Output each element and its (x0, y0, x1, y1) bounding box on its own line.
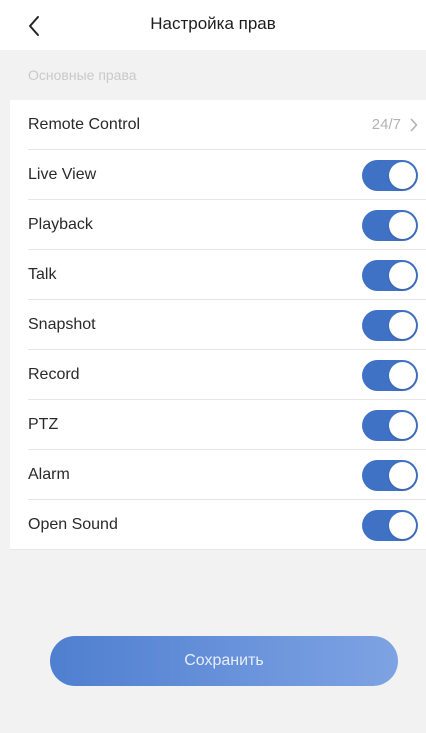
permission-label: Open Sound (28, 516, 118, 533)
ptz-toggle[interactable] (362, 410, 418, 441)
toggle-knob (389, 162, 416, 189)
remote-control-row[interactable]: Remote Control 24/7 (10, 100, 426, 150)
toggle-knob (389, 362, 416, 389)
toggle-knob (389, 312, 416, 339)
permission-row-record: Record (10, 350, 426, 400)
save-button[interactable]: Сохранить (50, 636, 398, 686)
permission-row-talk: Talk (10, 250, 426, 300)
permission-row-ptz: PTZ (10, 400, 426, 450)
permission-label: Talk (28, 266, 57, 283)
open-sound-toggle[interactable] (362, 510, 418, 541)
snapshot-toggle[interactable] (362, 310, 418, 341)
permission-label: Playback (28, 216, 93, 233)
permission-row-alarm: Alarm (10, 450, 426, 500)
permission-settings-screen: Настройка прав Основные права Remote Con… (0, 0, 426, 733)
toggle-knob (389, 262, 416, 289)
section-header: Основные права (10, 50, 426, 100)
live-view-toggle[interactable] (362, 160, 418, 191)
header: Настройка прав (0, 0, 426, 50)
remote-control-label: Remote Control (28, 116, 141, 133)
remote-control-value: 24/7 (372, 116, 418, 133)
toggle-knob (389, 412, 416, 439)
playback-toggle[interactable] (362, 210, 418, 241)
page-title: Настройка прав (150, 14, 276, 33)
section-label: Основные права (28, 67, 137, 83)
toggle-knob (389, 212, 416, 239)
talk-toggle[interactable] (362, 260, 418, 291)
permission-label: Alarm (28, 466, 70, 483)
toggle-knob (389, 462, 416, 489)
record-toggle[interactable] (362, 360, 418, 391)
permission-row-snapshot: Snapshot (10, 300, 426, 350)
permission-row-playback: Playback (10, 200, 426, 250)
chevron-right-icon (410, 118, 418, 132)
permission-label: PTZ (28, 416, 59, 433)
permissions-list: Remote Control 24/7 Live View Playback T… (10, 100, 426, 550)
permission-label: Live View (28, 166, 97, 183)
schedule-value: 24/7 (371, 116, 401, 133)
permission-row-live-view: Live View (10, 150, 426, 200)
alarm-toggle[interactable] (362, 460, 418, 491)
permission-label: Record (28, 366, 80, 383)
toggle-knob (389, 512, 416, 539)
permission-label: Snapshot (28, 316, 96, 333)
permission-row-open-sound: Open Sound (10, 500, 426, 550)
